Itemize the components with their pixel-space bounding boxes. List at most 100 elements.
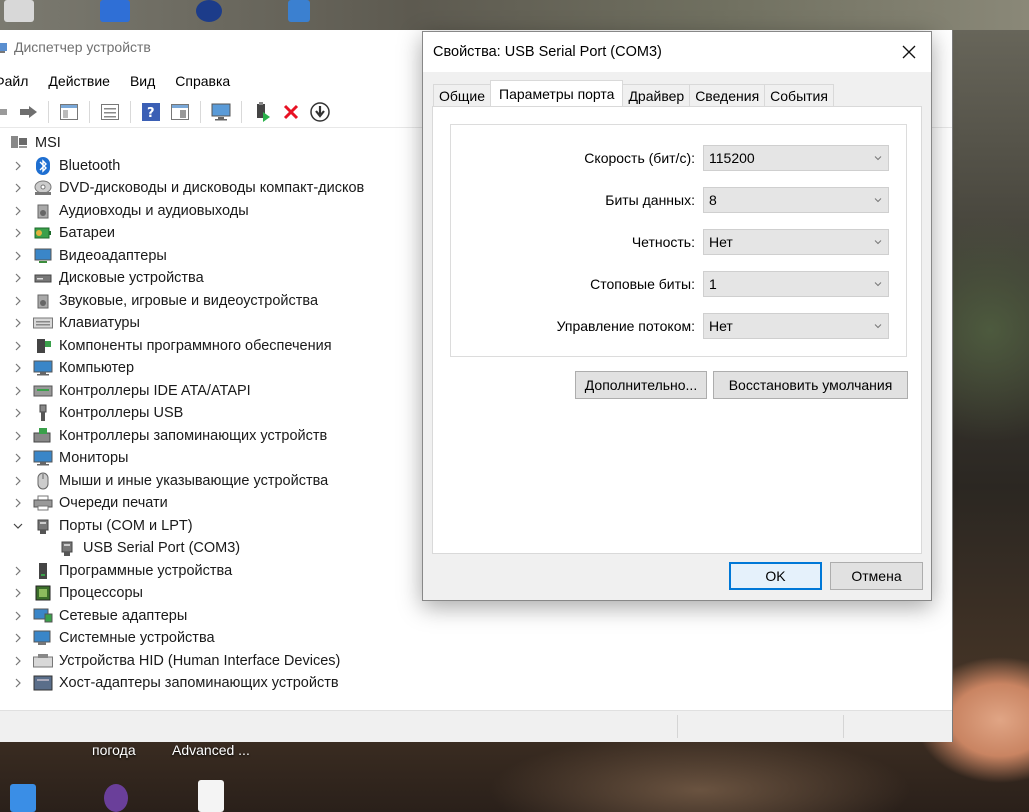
- flow-control-label: Управление потоком:: [556, 318, 695, 334]
- tree-category[interactable]: Устройства HID (Human Interface Devices): [0, 650, 952, 673]
- forward-icon[interactable]: [17, 101, 39, 123]
- system-device-icon: [33, 629, 53, 647]
- tree-category[interactable]: Хост-адаптеры запоминающих устройств: [0, 672, 952, 695]
- desktop-top-strip: [0, 0, 1029, 30]
- properties-icon[interactable]: [99, 101, 121, 123]
- chevron-right-icon[interactable]: [13, 228, 23, 238]
- tab-port-settings[interactable]: Параметры порта: [490, 80, 624, 106]
- desktop-shortcut-icon[interactable]: [288, 0, 310, 22]
- tree-category[interactable]: Системные устройства: [0, 627, 952, 650]
- software-component-icon: [33, 337, 53, 355]
- menu-view[interactable]: Вид: [120, 73, 165, 89]
- battery-icon: [33, 224, 53, 242]
- stop-bits-select[interactable]: 1: [703, 271, 889, 297]
- network-adapter-icon: [33, 607, 53, 625]
- chevron-right-icon[interactable]: [13, 566, 23, 576]
- desktop-label-advanced[interactable]: Advanced ...: [172, 742, 250, 758]
- disable-icon[interactable]: [309, 101, 331, 123]
- properties-dialog: Свойства: USB Serial Port (COM3) Общие П…: [422, 31, 932, 601]
- status-divider: [843, 715, 844, 738]
- parity-select[interactable]: Нет: [703, 229, 889, 255]
- chevron-right-icon[interactable]: [13, 678, 23, 688]
- restore-defaults-button[interactable]: Восстановить умолчания: [713, 371, 908, 399]
- toolbar-separator: [130, 100, 131, 123]
- flow-control-select[interactable]: Нет: [703, 313, 889, 339]
- chevron-right-icon[interactable]: [13, 341, 23, 351]
- computer-icon: [33, 359, 53, 377]
- desktop-document-icon[interactable]: [198, 780, 224, 812]
- chevron-right-icon[interactable]: [13, 588, 23, 598]
- tab-details[interactable]: Сведения: [689, 84, 766, 106]
- chevron-right-icon[interactable]: [13, 318, 23, 328]
- monitor-icon: [33, 449, 53, 467]
- chevron-right-icon[interactable]: [13, 498, 23, 508]
- update-driver-icon[interactable]: [251, 101, 273, 123]
- chevron-right-icon[interactable]: [13, 453, 23, 463]
- cancel-button[interactable]: Отмена: [830, 562, 923, 590]
- back-icon[interactable]: [0, 101, 10, 123]
- advanced-button[interactable]: Дополнительно...: [575, 371, 707, 399]
- desktop-tor-icon[interactable]: [104, 784, 128, 812]
- desktop-file-icon[interactable]: [10, 784, 36, 812]
- chevron-right-icon[interactable]: [13, 408, 23, 418]
- menu-file[interactable]: Файл: [0, 73, 38, 89]
- tree-category-label: Аудиовходы и аудиовыходы: [59, 202, 249, 219]
- toolbar-separator: [241, 100, 242, 123]
- show-hide-tree-icon[interactable]: [58, 101, 80, 123]
- sound-icon: [33, 292, 53, 310]
- chevron-right-icon[interactable]: [13, 273, 23, 283]
- desktop-label-weather[interactable]: погода: [92, 742, 136, 758]
- tree-category[interactable]: Сетевые адаптеры: [0, 605, 952, 628]
- chevron-right-icon[interactable]: [13, 611, 23, 621]
- data-bits-select[interactable]: 8: [703, 187, 889, 213]
- keyboard-icon: [33, 314, 53, 332]
- baud-rate-value: 115200: [709, 150, 755, 166]
- tree-category-label: Дисковые устройства: [59, 270, 204, 287]
- tree-category-label: Контроллеры USB: [59, 405, 184, 422]
- chevron-right-icon[interactable]: [13, 476, 23, 486]
- chevron-down-icon: [874, 198, 882, 203]
- tab-general[interactable]: Общие: [433, 84, 492, 106]
- computer-icon: [10, 135, 28, 155]
- desktop-shortcut-icon[interactable]: [196, 0, 222, 22]
- ide-icon: [33, 382, 53, 400]
- chevron-right-icon[interactable]: [13, 183, 23, 193]
- dialog-titlebar: Свойства: USB Serial Port (COM3): [423, 32, 931, 72]
- chevron-right-icon[interactable]: [13, 386, 23, 396]
- chevron-right-icon[interactable]: [13, 296, 23, 306]
- desktop-shortcut-icon[interactable]: [4, 0, 34, 22]
- chevron-down-icon: [874, 324, 882, 329]
- printer-icon: [33, 494, 53, 512]
- uninstall-icon[interactable]: [280, 101, 302, 123]
- dialog-tabs: Общие Параметры порта Драйвер Сведения С…: [433, 80, 834, 106]
- help-icon[interactable]: ?: [140, 101, 162, 123]
- chevron-right-icon[interactable]: [13, 206, 23, 216]
- close-icon[interactable]: [887, 32, 931, 72]
- tree-category-label: Звуковые, игровые и видеоустройства: [59, 292, 319, 309]
- parity-value: Нет: [709, 234, 733, 250]
- field-stop-bits: Стоповые биты: 1: [451, 271, 906, 297]
- menu-help[interactable]: Справка: [165, 73, 240, 89]
- disk-icon: [33, 269, 53, 287]
- tab-events[interactable]: События: [764, 84, 834, 106]
- tree-category-label: Очереди печати: [59, 495, 168, 512]
- chevron-right-icon[interactable]: [13, 251, 23, 261]
- tree-category-label: Системные устройства: [59, 630, 215, 647]
- monitor-scan-icon[interactable]: [210, 101, 232, 123]
- chevron-down-icon[interactable]: [13, 521, 23, 531]
- chevron-right-icon[interactable]: [13, 363, 23, 373]
- chevron-right-icon[interactable]: [13, 161, 23, 171]
- menu-action[interactable]: Действие: [38, 73, 120, 89]
- port-settings-group: Скорость (бит/с): 115200 Биты данных: 8 …: [450, 124, 907, 357]
- tab-driver[interactable]: Драйвер: [622, 84, 691, 106]
- view-icon[interactable]: [169, 101, 191, 123]
- ok-button[interactable]: OK: [729, 562, 822, 590]
- chevron-right-icon[interactable]: [13, 431, 23, 441]
- desktop-shortcut-icon[interactable]: [100, 0, 130, 22]
- tree-category-label: Сетевые адаптеры: [59, 607, 188, 624]
- port-icon: [57, 539, 77, 557]
- chevron-right-icon[interactable]: [13, 656, 23, 666]
- tree-category-label: Видеоадаптеры: [59, 247, 167, 264]
- baud-rate-select[interactable]: 115200: [703, 145, 889, 171]
- chevron-right-icon[interactable]: [13, 633, 23, 643]
